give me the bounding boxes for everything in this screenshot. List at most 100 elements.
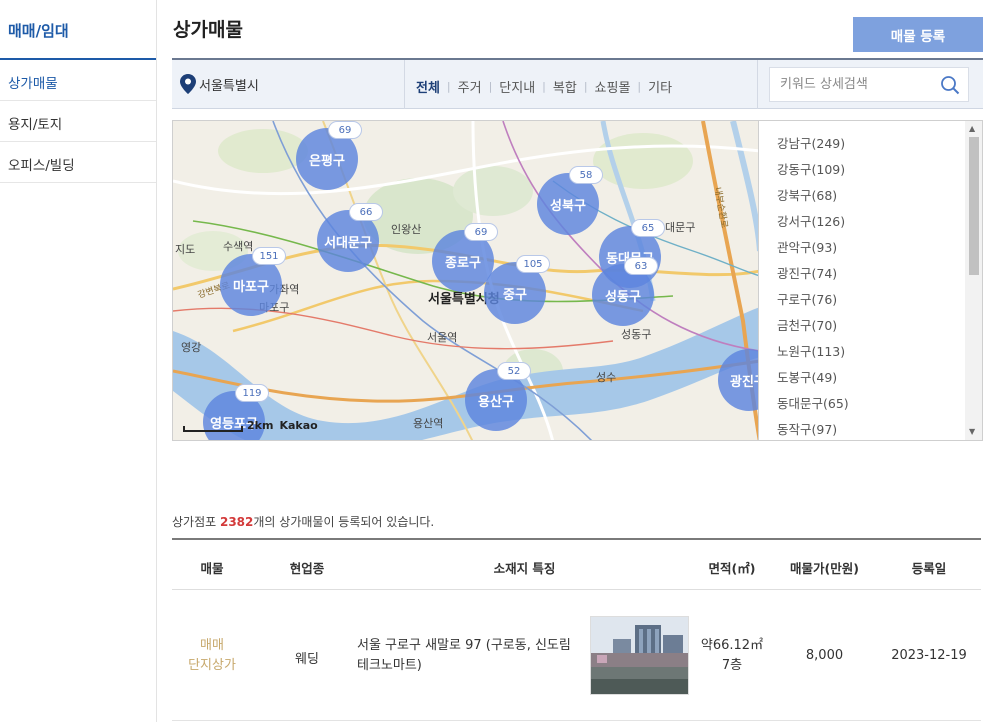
map-label: 성수 bbox=[596, 371, 617, 384]
building-photo bbox=[591, 617, 688, 694]
divider bbox=[404, 60, 405, 109]
listing-address[interactable]: 서울 구로구 새말로 97 (구로동, 신도림 테크노마트) bbox=[357, 636, 585, 676]
area-value: 약66.12㎡ bbox=[700, 638, 764, 653]
district-item[interactable]: 강서구(126) bbox=[777, 211, 982, 237]
cluster-name: 서대문구 bbox=[324, 235, 372, 251]
search-input[interactable] bbox=[770, 68, 935, 101]
table-header: 매물 현업종 소재지 특징 면적(㎡) 매물가(만원) 등록일 bbox=[172, 538, 981, 590]
sidebar-title[interactable]: 매매/임대 bbox=[0, 0, 156, 60]
map-scale: 2km Kakao bbox=[183, 419, 318, 432]
register-listing-button[interactable]: 매물 등록 bbox=[853, 17, 983, 52]
cluster-name: 마포구 bbox=[233, 279, 269, 295]
district-item[interactable]: 노원구(113) bbox=[777, 341, 982, 367]
map-cluster-jung[interactable]: 중구 105 bbox=[484, 255, 550, 324]
district-item[interactable]: 관악구(93) bbox=[777, 237, 982, 263]
map-cluster-yongsan[interactable]: 용산구 52 bbox=[465, 362, 531, 431]
district-list: 강남구(249) 강동구(109) 강북구(68) 강서구(126) 관악구(93) 광진… bbox=[759, 120, 983, 441]
cluster-count: 105 bbox=[516, 255, 550, 273]
sidebar-item-store[interactable]: 상가매물 bbox=[0, 60, 156, 101]
map-label: 수색역 bbox=[223, 240, 254, 253]
tab-residential[interactable]: 주거 bbox=[458, 77, 482, 96]
district-item[interactable]: 도봉구(49) bbox=[777, 367, 982, 393]
scale-label: 2km bbox=[247, 419, 274, 432]
cluster-name: 중구 bbox=[503, 287, 527, 303]
cluster-count: 151 bbox=[252, 247, 286, 265]
divider bbox=[757, 60, 758, 109]
listing-count: 2382 bbox=[219, 515, 254, 529]
district-item[interactable]: 금천구(70) bbox=[777, 315, 982, 341]
scroll-down-icon[interactable]: ▼ bbox=[969, 427, 975, 436]
map-cluster-yeongdeungpo[interactable]: 영등포구 119 bbox=[203, 384, 269, 440]
listing-thumbnail[interactable] bbox=[590, 616, 689, 695]
page-title: 상가매물 bbox=[173, 19, 243, 41]
district-item[interactable]: 강북구(68) bbox=[777, 185, 982, 211]
map-label: 용산역 bbox=[413, 417, 444, 430]
cluster-count: 58 bbox=[569, 166, 603, 184]
district-item[interactable]: 강동구(109) bbox=[777, 159, 982, 185]
location-selector[interactable]: 서울특별시 bbox=[180, 74, 259, 94]
table-row[interactable]: 매매 단지상가 웨딩 서울 구로구 새말로 97 (구로동, 신도림 테크노마트… bbox=[172, 590, 981, 721]
tab-mall[interactable]: 쇼핑몰 bbox=[595, 77, 631, 96]
cluster-name: 종로구 bbox=[445, 255, 481, 271]
district-item[interactable]: 구로구(76) bbox=[777, 289, 982, 315]
map-label: 서울역 bbox=[427, 331, 458, 344]
summary-suffix: 개의 상가매물이 등록되어 있습니다. bbox=[253, 515, 435, 529]
map-cluster-seongbuk[interactable]: 성북구 58 bbox=[537, 166, 603, 235]
scale-line bbox=[183, 426, 243, 432]
col-header-listing: 매물 bbox=[200, 561, 224, 576]
cluster-count: 66 bbox=[349, 203, 383, 221]
listing-table: 매물 현업종 소재지 특징 면적(㎡) 매물가(만원) 등록일 매매 단지상가 … bbox=[172, 538, 981, 721]
sidebar: 매매/임대 상가매물 용지/토지 오피스/빌딩 bbox=[0, 0, 157, 722]
cluster-name: 광진구 bbox=[730, 374, 758, 390]
tab-mixed[interactable]: 복합 bbox=[553, 77, 577, 96]
tab-separator: | bbox=[637, 80, 642, 93]
sidebar-item-office[interactable]: 오피스/빌딩 bbox=[0, 142, 156, 183]
map-label: 지도 bbox=[175, 243, 196, 256]
cluster-count: 52 bbox=[497, 362, 531, 380]
col-header-location: 소재지 특징 bbox=[493, 561, 556, 576]
district-item[interactable]: 강남구(249) bbox=[777, 133, 982, 159]
cluster-count: 119 bbox=[235, 384, 269, 402]
cluster-count: 69 bbox=[328, 121, 362, 139]
district-item[interactable]: 동작구(97) bbox=[777, 419, 982, 440]
search-icon[interactable] bbox=[940, 75, 960, 95]
listing-type: 매매 단지상가 bbox=[172, 636, 252, 676]
cluster-count: 63 bbox=[624, 257, 658, 275]
cluster-count: 65 bbox=[631, 219, 665, 237]
col-header-date: 등록일 bbox=[911, 561, 947, 576]
map-label: 성동구 bbox=[621, 328, 652, 341]
listing-summary: 상가점포 2382개의 상가매물이 등록되어 있습니다. bbox=[172, 513, 434, 530]
tab-separator: | bbox=[488, 80, 493, 93]
cluster-count: 69 bbox=[464, 223, 498, 241]
listing-date: 2023-12-19 bbox=[891, 648, 967, 663]
col-header-area: 면적(㎡) bbox=[708, 561, 756, 576]
map-label: 대문구 bbox=[665, 221, 696, 234]
map-pin-icon bbox=[180, 74, 196, 94]
map-cluster-mapo[interactable]: 마포구 151 bbox=[220, 247, 286, 316]
map-cluster-seongdong[interactable]: 성동구 63 bbox=[592, 257, 658, 326]
map-cluster-eunpyeong[interactable]: 은평구 69 bbox=[296, 121, 362, 190]
map-label: 인왕산 bbox=[391, 223, 422, 236]
business-type: 웨딩 bbox=[295, 652, 319, 667]
district-items: 강남구(249) 강동구(109) 강북구(68) 강서구(126) 관악구(93) 광진… bbox=[759, 121, 982, 440]
district-item[interactable]: 동대문구(65) bbox=[777, 393, 982, 419]
district-scrollbar[interactable]: ▲ ▼ bbox=[965, 121, 982, 440]
scroll-up-icon[interactable]: ▲ bbox=[969, 124, 975, 133]
map-view[interactable]: 지도 수색역 가좌역 마포구 인왕산 서울특별시청 서울역 용산역 영강 성동구… bbox=[172, 120, 759, 441]
tab-all[interactable]: 전체 bbox=[416, 77, 440, 96]
sidebar-item-land[interactable]: 용지/토지 bbox=[0, 101, 156, 142]
tab-complex[interactable]: 단지내 bbox=[499, 77, 535, 96]
col-header-business: 현업종 bbox=[289, 561, 325, 576]
kakao-logo: Kakao bbox=[279, 419, 318, 432]
listing-price: 8,000 bbox=[805, 648, 844, 663]
store-type: 단지상가 bbox=[188, 658, 236, 673]
tab-separator: | bbox=[446, 80, 451, 93]
district-item[interactable]: 광진구(74) bbox=[777, 263, 982, 289]
trade-type: 매매 bbox=[200, 638, 224, 653]
tab-etc[interactable]: 기타 bbox=[648, 77, 672, 96]
col-header-price: 매물가(만원) bbox=[790, 561, 859, 576]
cluster-name: 은평구 bbox=[309, 153, 345, 169]
scroll-thumb[interactable] bbox=[969, 137, 979, 275]
map-cluster-seodaemun[interactable]: 서대문구 66 bbox=[317, 203, 383, 272]
category-tabs: 전체 | 주거 | 단지내 | 복합 | 쇼핑몰 | 기타 bbox=[416, 77, 672, 96]
